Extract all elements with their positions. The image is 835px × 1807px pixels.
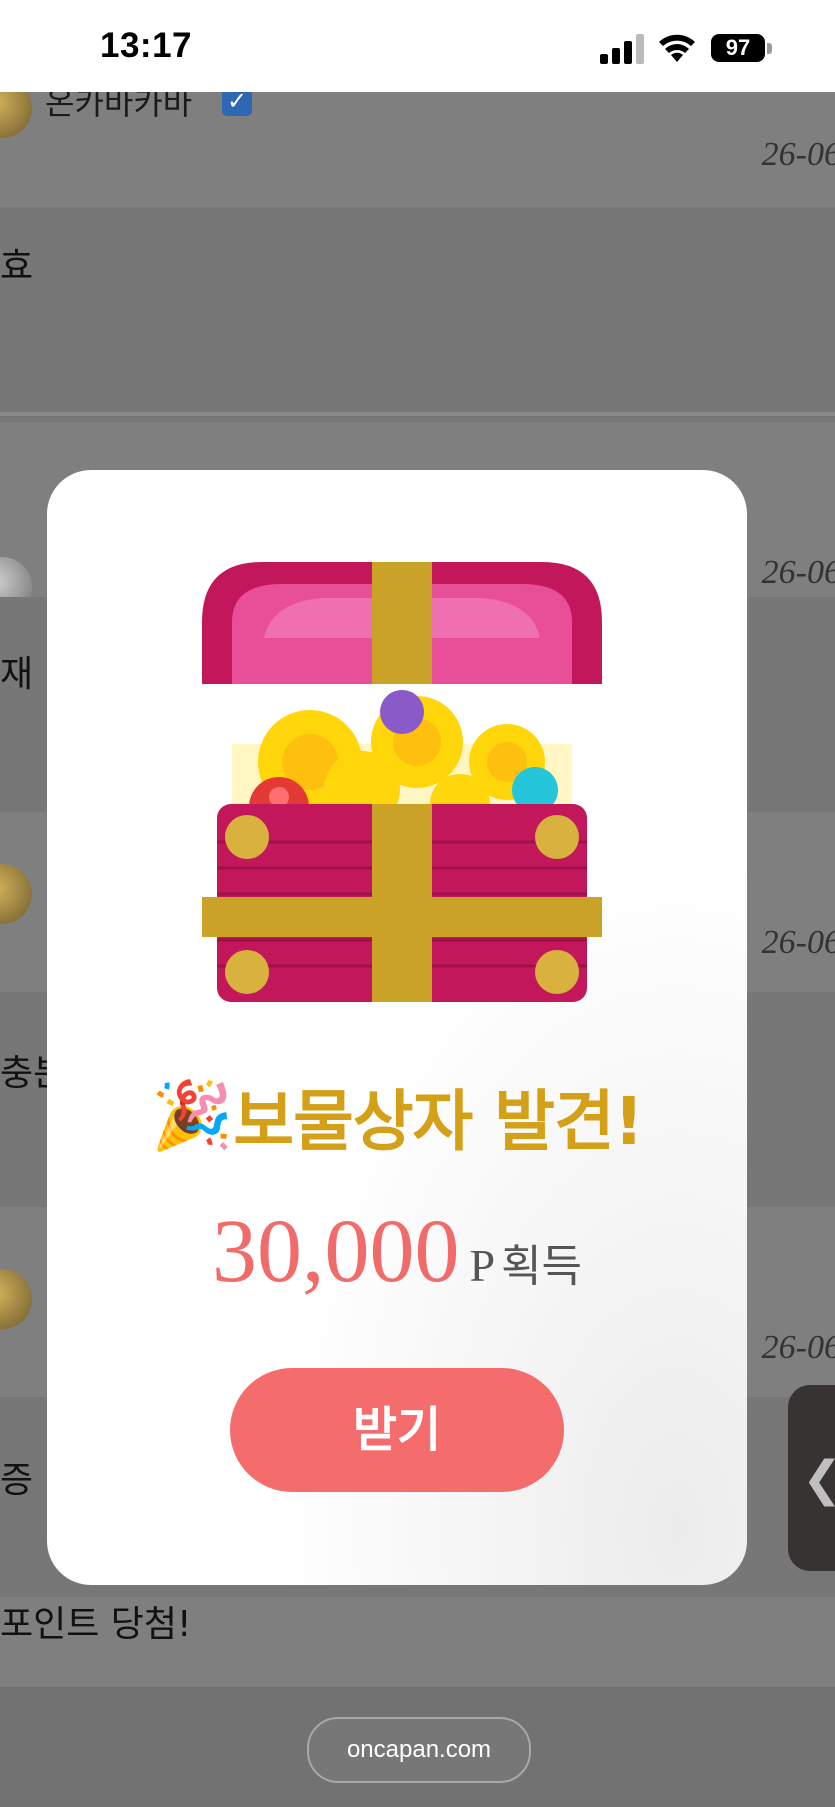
reward-unit-word: 획득 xyxy=(501,1241,583,1292)
avatar xyxy=(0,1269,32,1329)
status-time: 13:17 xyxy=(100,26,193,65)
cellular-signal-icon xyxy=(600,34,644,64)
avatar xyxy=(0,864,32,924)
wifi-icon xyxy=(659,34,695,62)
side-drawer-tab[interactable]: ❮ xyxy=(788,1385,835,1571)
modal-title-row: 🎉보물상자 발견! xyxy=(47,1068,747,1164)
browser-url-pill[interactable]: oncapan.com xyxy=(307,1717,531,1783)
battery-icon: 97 xyxy=(711,34,773,64)
modal-title: 보물상자 발견! xyxy=(233,1083,643,1160)
treasure-chest-icon xyxy=(202,562,602,1002)
post-text: 포인트 당첨! xyxy=(0,1604,192,1645)
chevron-left-icon: ❮ xyxy=(802,1451,835,1507)
status-bar: 13:17 97 xyxy=(0,0,835,92)
post-date: 26-06 xyxy=(761,1329,835,1366)
receive-button[interactable]: 받기 xyxy=(230,1368,564,1492)
post-date: 26-06 xyxy=(761,924,835,961)
post-date: 26-06 xyxy=(761,554,835,591)
reward-amount: 30,000 xyxy=(211,1202,460,1301)
treasure-modal: 🎉보물상자 발견! 30,000 P 획득 받기 xyxy=(47,470,747,1585)
feed-post-header: 온카바카바 ✓ 26-06 xyxy=(0,78,835,207)
reward-unit: P xyxy=(469,1240,496,1291)
reward-amount-row: 30,000 P 획득 xyxy=(47,1200,747,1303)
post-text: 재 xyxy=(0,654,34,695)
party-popper-icon: 🎉 xyxy=(151,1077,234,1154)
post-text: 효 xyxy=(0,246,34,287)
battery-level: 97 xyxy=(711,34,765,62)
post-date: 26-06 xyxy=(761,136,835,173)
